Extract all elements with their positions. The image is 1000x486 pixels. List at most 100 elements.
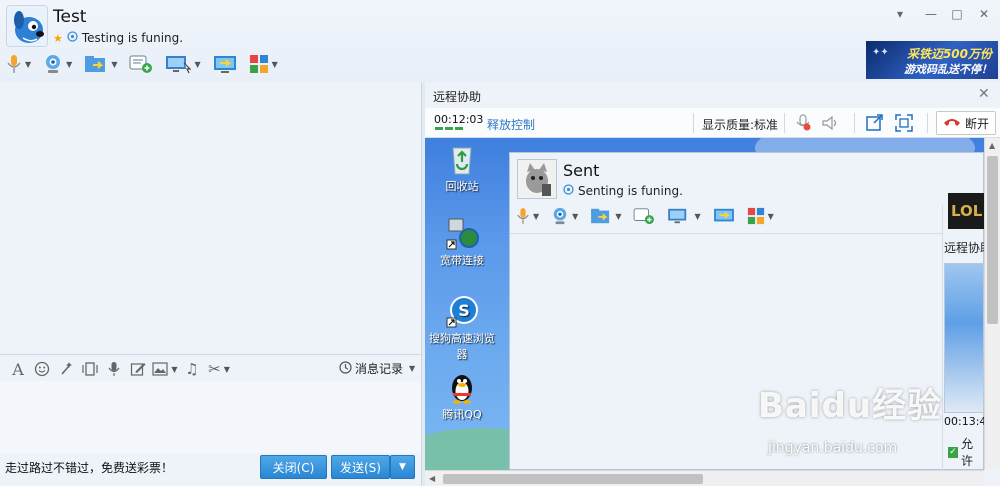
fullscreen-icon[interactable]	[895, 114, 913, 135]
desktop-icon-broadband[interactable]: 宽带连接	[425, 216, 499, 268]
apps-button[interactable]: ▼	[249, 52, 278, 76]
ad-banner[interactable]: ✦✦ 采铁迈500万份 游戏码乱送不停！	[866, 41, 998, 79]
message-input[interactable]	[0, 381, 421, 453]
display-quality-select[interactable]: 显示质量:标准	[702, 116, 778, 133]
scroll-thumb[interactable]	[987, 156, 998, 324]
game-logo-icon: ✦✦	[872, 47, 889, 58]
horizontal-scrollbar[interactable]: ◀	[425, 470, 984, 486]
desktop-icon-label: 宽带连接	[440, 254, 484, 267]
screen-share-icon	[165, 54, 192, 74]
speaker-icon[interactable]	[821, 114, 839, 135]
scissors-icon[interactable]: ✂ ▼	[204, 358, 234, 380]
divider	[927, 113, 928, 133]
remote-panel-title: 远程协助	[433, 90, 482, 104]
microphone-icon	[516, 207, 530, 225]
video-call-button[interactable]: ▼	[43, 52, 72, 76]
font-icon[interactable]: A	[6, 358, 30, 380]
shake-window-icon[interactable]	[78, 358, 102, 380]
pop-out-icon[interactable]	[865, 114, 883, 135]
remote-toolbar: 00:12:03 释放控制 显示质量:标准 断开	[425, 108, 1000, 138]
allow-checkbox[interactable]: ✓ 允许	[948, 435, 983, 469]
close-window-button[interactable]: ✕	[975, 6, 993, 22]
screen-share-button[interactable]: ▼	[165, 52, 201, 76]
session-timer: 00:13:4	[944, 415, 987, 428]
new-chat-button[interactable]	[633, 204, 655, 228]
signal-icon	[563, 184, 574, 198]
checkmark-icon: ✓	[948, 446, 959, 458]
contact-name: Test	[53, 7, 87, 27]
minimize-button[interactable]: —	[922, 6, 940, 22]
chevron-down-icon: ▼	[409, 364, 416, 373]
maximize-button[interactable]: □	[948, 6, 966, 22]
chat-header: Test ★ Testing is funing. ▼ ▼ ▼ ▼ ▼ ▾ — …	[0, 0, 1000, 82]
magic-wand-icon[interactable]	[54, 358, 78, 380]
mic-muted-icon[interactable]	[795, 114, 811, 135]
desktop-icon-sogou-browser[interactable]: S 搜狗高速浏览器	[425, 294, 499, 362]
avatar[interactable]	[517, 159, 557, 199]
music-icon[interactable]: ♫	[180, 358, 204, 380]
voice-call-button[interactable]: ▼	[516, 204, 539, 228]
chevron-down-icon[interactable]: ▼	[66, 60, 72, 69]
chevron-down-icon[interactable]: ▼	[194, 60, 200, 69]
scroll-thumb[interactable]	[443, 474, 703, 484]
broadband-icon	[445, 216, 479, 250]
disconnect-label: 断开	[964, 116, 989, 131]
release-control-link[interactable]: 释放控制	[487, 116, 535, 133]
apps-button[interactable]: ▼	[747, 204, 774, 228]
file-transfer-button[interactable]: ▼	[590, 204, 621, 228]
disconnect-button[interactable]: 断开	[936, 111, 996, 135]
watermark-brand: Baidu经验	[758, 386, 943, 426]
chevron-down-icon[interactable]: ▼	[111, 60, 117, 69]
chevron-left-icon[interactable]: ◀	[429, 474, 435, 483]
voice-message-icon[interactable]	[102, 358, 126, 380]
star-icon: ★	[53, 31, 63, 45]
status-text: Senting is funing.	[578, 184, 683, 198]
chevron-down-icon[interactable]: ▼	[694, 212, 700, 221]
status-text: Testing is funing.	[81, 31, 184, 45]
video-camera-icon	[43, 54, 63, 74]
chevron-down-icon: ▼	[399, 462, 406, 472]
video-call-button[interactable]: ▼	[551, 204, 578, 228]
divider	[693, 113, 694, 133]
close-icon[interactable]: ✕	[978, 86, 990, 102]
send-button[interactable]: 发送(S)	[331, 455, 390, 479]
chevron-down-icon[interactable]: ▼	[533, 212, 539, 221]
chevron-down-icon[interactable]: ▼	[171, 365, 177, 374]
avatar[interactable]	[6, 5, 48, 47]
chevron-down-icon[interactable]: ▼	[25, 60, 31, 69]
signal-bars	[435, 127, 463, 130]
voice-call-button[interactable]: ▼	[6, 52, 31, 76]
message-history-area[interactable]	[0, 82, 421, 354]
main-toolbar: ▼ ▼ ▼ ▼ ▼	[6, 52, 290, 76]
message-history-button[interactable]: 消息记录 ▼	[339, 360, 415, 377]
nested-remote-view	[944, 263, 984, 413]
send-options-button[interactable]: ▼	[390, 455, 415, 479]
remote-assist-button[interactable]	[213, 52, 237, 76]
chevron-down-icon[interactable]: ▼	[272, 60, 278, 69]
chevron-down-icon[interactable]: ▼	[224, 365, 230, 374]
remote-assist-icon	[713, 207, 735, 225]
chevron-down-icon[interactable]: ▼	[615, 212, 621, 221]
new-chat-button[interactable]	[129, 52, 153, 76]
edit-icon[interactable]	[126, 358, 150, 380]
game-ad-banner[interactable]: LOL	[948, 193, 988, 229]
remote-assist-button[interactable]	[713, 204, 735, 228]
desktop-icon-qq[interactable]: 腾讯QQ	[425, 370, 499, 422]
chevron-down-icon[interactable]: ▼	[572, 212, 578, 221]
divider	[942, 205, 943, 470]
close-button[interactable]: 关闭(C)	[260, 455, 327, 479]
recycle-bin-icon	[445, 142, 479, 176]
vertical-scrollbar[interactable]: ▲	[984, 138, 1000, 470]
image-icon[interactable]: ▼	[150, 358, 180, 380]
file-transfer-button[interactable]: ▼	[84, 52, 117, 76]
emoji-icon[interactable]	[30, 358, 54, 380]
qq-penguin-icon	[445, 370, 479, 404]
chevron-up-icon[interactable]: ▲	[989, 141, 995, 150]
screen-share-button[interactable]: ▼	[667, 204, 701, 228]
status-row: Senting is funing.	[563, 184, 683, 198]
menu-dropdown-button[interactable]: ▾	[891, 6, 909, 22]
promo-text[interactable]: 走过路过不错过，免费送彩票！	[5, 459, 173, 476]
add-chat-icon	[633, 207, 655, 225]
chevron-down-icon[interactable]: ▼	[768, 212, 774, 221]
desktop-icon-recycle-bin[interactable]: 回收站	[425, 142, 499, 194]
